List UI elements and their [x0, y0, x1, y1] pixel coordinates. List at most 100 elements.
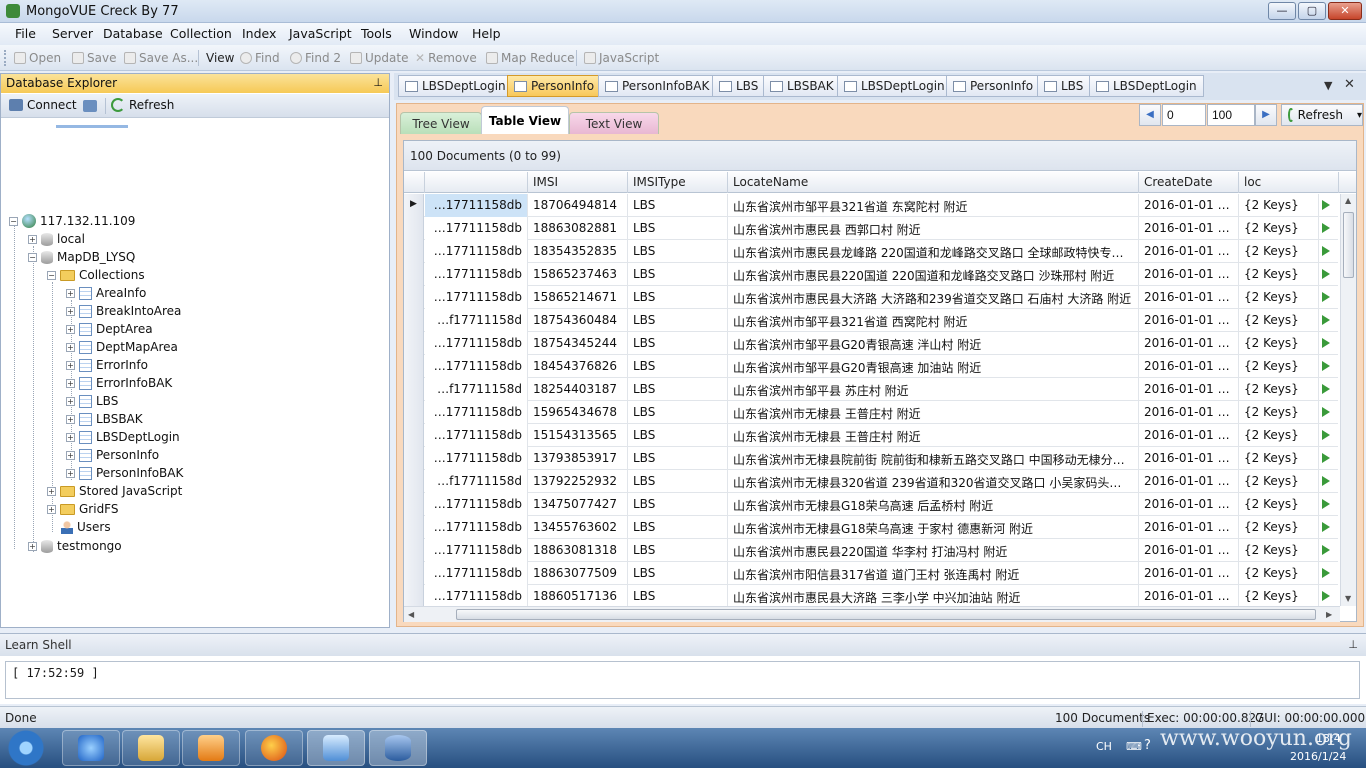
- cell-imsitype[interactable]: LBS: [628, 493, 728, 516]
- vertical-scrollbar[interactable]: ▲ ▼: [1340, 194, 1356, 606]
- row-header[interactable]: [404, 539, 424, 562]
- expand-icon[interactable]: +: [28, 541, 37, 551]
- cell-imsi[interactable]: 18754360484: [528, 309, 628, 332]
- row-header[interactable]: [404, 516, 424, 539]
- cell-imsi[interactable]: 13793853917: [528, 447, 628, 470]
- cell-createdate[interactable]: 2016-01-01 10:...: [1139, 286, 1239, 309]
- cell-locatename[interactable]: 山东省滨州市惠民县 西郭口村 附近: [728, 217, 1139, 240]
- expand-arrow-icon[interactable]: [1322, 338, 1330, 348]
- tree-stored-javascript[interactable]: + Stored JavaScript: [47, 482, 182, 500]
- column-header-locatename[interactable]: LocateName: [728, 172, 1139, 193]
- tab-tree-view[interactable]: Tree View: [400, 112, 482, 134]
- expand-icon[interactable]: +: [66, 360, 75, 370]
- cell-imsitype[interactable]: LBS: [628, 585, 728, 606]
- horizontal-scrollbar[interactable]: ◀ ▶: [404, 606, 1340, 622]
- tree-collections-folder[interactable]: − Collections: [47, 266, 145, 284]
- tab-lbs[interactable]: LBS: [712, 75, 766, 97]
- cell-locatename[interactable]: 山东省滨州市邹平县G20青银高速 泮山村 附近: [728, 332, 1139, 355]
- cell-imsi[interactable]: 18863082881: [528, 217, 628, 240]
- cell-loc[interactable]: {2 Keys}: [1239, 355, 1319, 378]
- cell-loc[interactable]: {2 Keys}: [1239, 516, 1319, 539]
- save-button[interactable]: Save: [72, 49, 116, 67]
- tab-lbs[interactable]: LBS: [1037, 75, 1091, 97]
- cell-createdate[interactable]: 2016-01-01 10:...: [1139, 562, 1239, 585]
- current-row-indicator[interactable]: ▶: [404, 194, 424, 217]
- cell-createdate[interactable]: 2016-01-01 10:...: [1139, 263, 1239, 286]
- cell-locatename[interactable]: 山东省滨州市邹平县321省道 东窝陀村 附近: [728, 194, 1139, 217]
- cell-locatename[interactable]: 山东省滨州市阳信县317省道 道门王村 张连禹村 附近: [728, 562, 1139, 585]
- tree-collection[interactable]: + BreakIntoArea: [66, 302, 181, 320]
- shell-output[interactable]: [ 17:52:59 ]: [5, 661, 1360, 699]
- expand-arrow-icon[interactable]: [1322, 568, 1330, 578]
- taskbar-ie[interactable]: [62, 730, 120, 766]
- tab-lbsdeptlogin[interactable]: LBSDeptLogin: [837, 75, 952, 97]
- skip-input[interactable]: [1162, 104, 1206, 126]
- cell-imsi[interactable]: 18754345244: [528, 332, 628, 355]
- table-row[interactable]: 3859f17711158db...18863081318LBS山东省滨州市惠民…: [404, 539, 1338, 562]
- cell-imsitype[interactable]: LBS: [628, 401, 728, 424]
- cell-id[interactable]: 3859f17711158db...: [425, 539, 528, 562]
- cell-imsi[interactable]: 18860517136: [528, 585, 628, 606]
- cell-createdate[interactable]: 2016-01-01 10:...: [1139, 401, 1239, 424]
- cell-createdate[interactable]: 2016-01-01 10:...: [1139, 240, 1239, 263]
- column-header-imsitype[interactable]: IMSIType: [628, 172, 728, 193]
- table-row[interactable]: 3c79f17711158db...18354352835LBS山东省滨州市惠民…: [404, 240, 1338, 263]
- scroll-right-icon[interactable]: ▶: [1326, 610, 1332, 619]
- scroll-up-icon[interactable]: ▲: [1345, 196, 1351, 205]
- cell-loc[interactable]: {2 Keys}: [1239, 493, 1319, 516]
- cell-id[interactable]: 3039f17711158db...: [425, 424, 528, 447]
- row-header[interactable]: [404, 447, 424, 470]
- cell-locatename[interactable]: 山东省滨州市邹平县 苏庄村 附近: [728, 378, 1139, 401]
- cell-imsitype[interactable]: LBS: [628, 447, 728, 470]
- pin-icon[interactable]: ⊥: [373, 76, 383, 89]
- cell-id[interactable]: 07a9f17711158db...: [425, 355, 528, 378]
- cell-createdate[interactable]: 2016-01-01 10:...: [1139, 493, 1239, 516]
- cell-loc[interactable]: {2 Keys}: [1239, 470, 1319, 493]
- cell-id[interactable]: 38a9f17711158db...: [425, 585, 528, 606]
- table-row[interactable]: 2d19f17711158db...15965434678LBS山东省滨州市无棣…: [404, 401, 1338, 424]
- close-tab-icon[interactable]: ✕: [1344, 77, 1355, 92]
- taskbar-firefox[interactable]: [245, 730, 303, 766]
- row-header[interactable]: [404, 309, 424, 332]
- tree-collection[interactable]: + LBS: [66, 392, 118, 410]
- expand-icon[interactable]: +: [66, 468, 75, 478]
- pin-icon[interactable]: ⊥: [1348, 638, 1358, 651]
- tab-table-view[interactable]: Table View: [481, 106, 569, 134]
- cell-imsi[interactable]: 15865214671: [528, 286, 628, 309]
- input-language[interactable]: CH: [1096, 740, 1112, 753]
- cell-imsitype[interactable]: LBS: [628, 539, 728, 562]
- cell-imsitype[interactable]: LBS: [628, 424, 728, 447]
- cell-locatename[interactable]: 山东省滨州市无棣县院前街 院前街和棣新五路交叉路口 中国移动无棣分公...: [728, 447, 1139, 470]
- minimize-button[interactable]: —: [1268, 2, 1296, 20]
- tree-collection[interactable]: + ErrorInfo: [66, 356, 148, 374]
- expand-icon[interactable]: +: [66, 324, 75, 334]
- cell-loc[interactable]: {2 Keys}: [1239, 286, 1319, 309]
- view-button[interactable]: View: [206, 49, 234, 67]
- tree-collection[interactable]: + ErrorInfoBAK: [66, 374, 172, 392]
- cell-imsi[interactable]: 18863081318: [528, 539, 628, 562]
- collapse-icon[interactable]: −: [9, 216, 18, 226]
- cell-locatename[interactable]: 山东省滨州市无棣县320省道 239省道和320省道交叉路口 小吴家码头村 大.…: [728, 470, 1139, 493]
- tree-collection[interactable]: + DeptMapArea: [66, 338, 178, 356]
- menu-server[interactable]: Server: [52, 26, 93, 41]
- column-header-loc[interactable]: loc: [1239, 172, 1339, 193]
- close-button[interactable]: ✕: [1328, 2, 1362, 20]
- row-header[interactable]: [404, 263, 424, 286]
- menu-javascript[interactable]: JavaScript: [289, 26, 352, 41]
- table-row[interactable]: 32b9f17711158d...13792252932LBS山东省滨州市无棣县…: [404, 470, 1338, 493]
- cell-imsitype[interactable]: LBS: [628, 309, 728, 332]
- tab-text-view[interactable]: Text View: [569, 112, 659, 134]
- start-button[interactable]: [4, 728, 48, 768]
- cell-id[interactable]: 0619f17711158db...: [425, 332, 528, 355]
- keyboard-icon[interactable]: ⌨: [1126, 740, 1142, 753]
- tab-personinfobak[interactable]: PersonInfoBAK: [598, 75, 717, 97]
- table-row[interactable]: 40e9f17711158db...15865214671LBS山东省滨州市惠民…: [404, 286, 1338, 309]
- disconnect-icon[interactable]: [83, 100, 97, 112]
- cell-loc[interactable]: {2 Keys}: [1239, 447, 1319, 470]
- row-header[interactable]: [404, 355, 424, 378]
- collapse-icon[interactable]: −: [47, 270, 56, 280]
- menu-window[interactable]: Window: [409, 26, 458, 41]
- cell-createdate[interactable]: 2016-01-01 10:...: [1139, 378, 1239, 401]
- row-header[interactable]: [404, 240, 424, 263]
- expand-icon[interactable]: +: [66, 414, 75, 424]
